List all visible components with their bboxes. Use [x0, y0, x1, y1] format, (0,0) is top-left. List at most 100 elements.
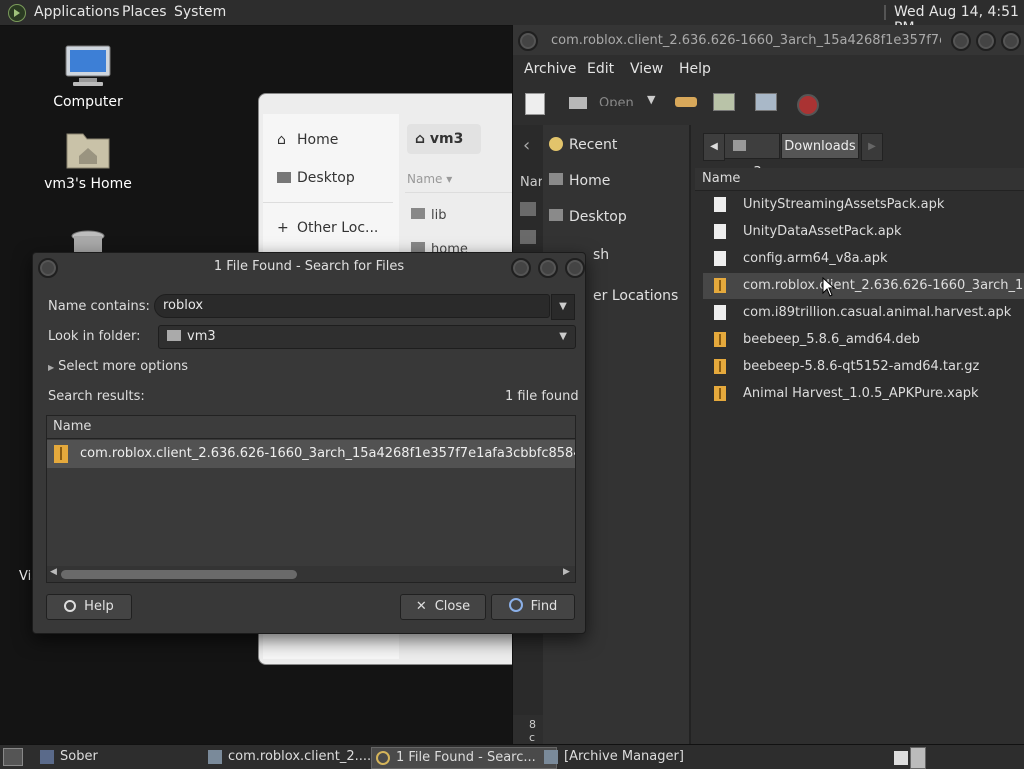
path-button-vm3[interactable]: ⌂ vm3 — [407, 124, 481, 154]
path-button-vm3[interactable]: vm3 — [724, 133, 780, 180]
results-count: 1 file found — [505, 389, 579, 404]
main-menu-logo-icon[interactable] — [8, 4, 26, 22]
open-dropdown-icon[interactable]: ▼ — [647, 93, 655, 106]
window-menu-button[interactable] — [38, 258, 58, 278]
taskbar-item-archive-manager[interactable]: [Archive Manager] — [540, 747, 724, 767]
place-home[interactable]: Home — [549, 173, 610, 189]
name-contains-input[interactable]: roblox — [154, 294, 550, 318]
window-icon — [544, 750, 558, 764]
new-archive-icon[interactable] — [525, 93, 545, 115]
window-menu-button[interactable] — [518, 31, 538, 51]
sidebar-divider — [263, 202, 393, 203]
open-folder-icon[interactable] — [569, 97, 587, 109]
location-bar: ◀ vm3 Downloads ▶ — [703, 133, 1024, 180]
place-other-locations[interactable]: er Locations — [593, 288, 678, 304]
extract-icon[interactable] — [675, 97, 697, 107]
system-menu[interactable]: System — [174, 4, 226, 20]
column-header-name[interactable]: Name — [695, 168, 1024, 191]
pane-divider[interactable] — [689, 125, 691, 744]
menu-archive[interactable]: Archive — [524, 61, 576, 77]
archive-manager-window[interactable]: com.roblox.client_2.636.626-1660_3arch_1… — [512, 25, 1024, 744]
open-button-label[interactable]: Open — [599, 96, 634, 106]
folder-icon — [277, 172, 291, 183]
maximize-button[interactable] — [538, 258, 558, 278]
window-title: com.roblox.client_2.636.626-1660_3arch_1… — [551, 33, 941, 48]
horizontal-scrollbar[interactable]: ◀ ▶ — [47, 566, 575, 582]
add-folder-icon[interactable] — [755, 93, 777, 111]
taskbar-item-search[interactable]: 1 File Found - Searc... — [371, 747, 557, 769]
home-folder-icon — [65, 126, 111, 170]
back-arrow-icon[interactable]: ‹ — [523, 135, 530, 156]
close-window-button[interactable] — [565, 258, 585, 278]
list-item[interactable]: UnityStreamingAssetsPack.apk — [703, 192, 1024, 218]
desktop-icon-home[interactable]: vm3's Home — [28, 126, 148, 192]
place-desktop[interactable]: Desktop — [549, 209, 627, 225]
close-icon: ✕ — [415, 599, 427, 614]
find-button[interactable]: Find — [491, 594, 575, 620]
archive-file-icon — [714, 332, 726, 347]
search-icon — [376, 751, 390, 765]
list-item[interactable]: lib — [411, 208, 446, 223]
list-item[interactable]: beebeep_5.8.6_amd64.deb — [703, 327, 1024, 353]
results-list: Name com.roblox.client_2.636.626-1660_3a… — [46, 415, 576, 583]
look-in-folder-select[interactable]: vm3 ▼ — [158, 325, 576, 349]
status-text-partial: 8 c — [529, 718, 536, 744]
close-window-button[interactable] — [1001, 31, 1021, 51]
name-history-dropdown-icon[interactable]: ▼ — [551, 294, 575, 320]
path-forward-button[interactable]: ▶ — [861, 133, 883, 161]
list-item[interactable]: config.arm64_v8a.apk — [703, 246, 1024, 272]
column-header-name[interactable]: Name ▾ — [407, 172, 452, 186]
help-button[interactable]: Help — [46, 594, 132, 620]
results-column-header-name[interactable]: Name — [47, 416, 575, 439]
list-item[interactable]: com.i89trillion.casual.animal.harvest.ap… — [703, 300, 1024, 326]
maximize-button[interactable] — [976, 31, 996, 51]
home-icon — [549, 173, 563, 185]
result-row[interactable]: com.roblox.client_2.636.626-1660_3arch_1… — [47, 440, 575, 468]
minimize-button[interactable] — [511, 258, 531, 278]
minimize-button[interactable] — [951, 31, 971, 51]
trash-icon[interactable] — [70, 230, 106, 252]
list-item[interactable]: beebeep-5.8.6-qt5152-amd64.tar.gz — [703, 354, 1024, 380]
taskbar-item-archive[interactable]: com.roblox.client_2.... — [204, 747, 390, 767]
sidebar-item-home[interactable]: ⌂ Home — [277, 132, 338, 148]
path-button-downloads[interactable]: Downloads — [781, 133, 859, 159]
scroll-right-icon[interactable]: ▶ — [563, 567, 570, 577]
clock-icon — [549, 137, 563, 151]
show-desktop-icon[interactable] — [3, 748, 23, 766]
close-button[interactable]: ✕ Close — [400, 594, 486, 620]
dialog-titlebar[interactable]: 1 File Found - Search for Files — [33, 253, 585, 281]
search-for-files-dialog[interactable]: 1 File Found - Search for Files Name con… — [32, 252, 586, 634]
menu-help[interactable]: Help — [679, 61, 711, 77]
scroll-left-icon[interactable]: ◀ — [50, 567, 57, 577]
select-more-options-expander[interactable]: ▶ Select more options — [48, 359, 188, 374]
file-icon — [714, 305, 726, 320]
archive-titlebar[interactable]: com.roblox.client_2.636.626-1660_3arch_1… — [513, 25, 1024, 55]
list-item-selected[interactable]: com.roblox.client_2.636.626-1660_3arch_1… — [703, 273, 1024, 299]
list-item[interactable]: Animal Harvest_1.0.5_APKPure.xapk — [703, 381, 1024, 407]
places-menu[interactable]: Places — [122, 4, 167, 20]
file-icon — [714, 224, 726, 239]
mouse-cursor-icon — [822, 277, 836, 297]
folder-icon — [549, 209, 563, 221]
place-trash[interactable]: sh — [593, 247, 609, 263]
list-item[interactable]: UnityDataAssetPack.apk — [703, 219, 1024, 245]
path-back-button[interactable]: ◀ — [703, 133, 725, 161]
add-files-icon[interactable] — [713, 93, 735, 111]
search-results-label: Search results: — [48, 389, 145, 404]
name-contains-label: Name contains: — [48, 299, 150, 314]
sidebar-item-desktop[interactable]: Desktop — [277, 170, 355, 186]
menu-view[interactable]: View — [630, 61, 663, 77]
place-recent[interactable]: Recent — [549, 137, 617, 153]
scrollbar-thumb[interactable] — [61, 570, 297, 579]
column-header-partial: Nar — [520, 175, 542, 190]
workspace-switcher[interactable] — [894, 747, 926, 769]
desktop-icon-computer[interactable]: Computer — [28, 44, 148, 110]
menu-edit[interactable]: Edit — [587, 61, 614, 77]
sidebar-item-other-locations[interactable]: + Other Loc... — [277, 220, 378, 236]
applications-menu[interactable]: Applications — [34, 4, 120, 20]
help-icon — [64, 600, 77, 612]
stop-icon[interactable] — [797, 94, 819, 116]
home-icon — [733, 140, 746, 151]
taskbar-item-sober[interactable]: Sober — [36, 747, 220, 767]
chevron-down-icon: ▼ — [559, 331, 567, 342]
